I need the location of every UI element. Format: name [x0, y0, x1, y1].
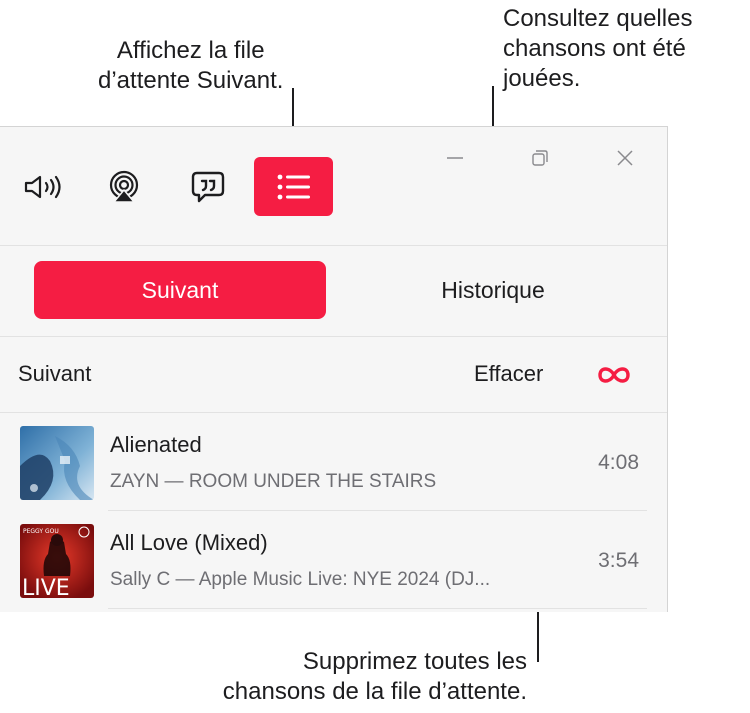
track-row[interactable]: PEGGY GOU LIVE All Love (Mixed) Sally C … — [0, 511, 667, 609]
queue-header: Suivant Effacer — [0, 337, 667, 413]
callout-clear-line1: Supprimez toutes les — [302, 648, 527, 675]
art-live-text: LIVE — [22, 576, 70, 598]
callout-clear-line2: chansons de la file d’attente. — [222, 678, 527, 705]
track-subtitle: ZAYN — ROOM UNDER THE STAIRS — [110, 471, 437, 492]
track-subtitle: Sally C — Apple Music Live: NYE 2024 (DJ… — [110, 569, 491, 590]
callout-queue: Affichez la file d’attente Suivant. — [98, 36, 283, 96]
art-small-text: PEGGY GOU — [23, 528, 59, 535]
row-divider — [108, 608, 647, 609]
close-icon — [617, 150, 633, 166]
lyrics-button[interactable] — [190, 169, 226, 205]
tab-suivant[interactable]: Suivant — [34, 261, 326, 319]
infinity-icon — [598, 367, 630, 383]
clear-button[interactable]: Effacer — [474, 361, 543, 387]
callout-history-line1: Consultez quelles — [503, 5, 693, 32]
callout-history-line3: jouées. — [503, 65, 581, 92]
autoplay-button[interactable] — [594, 361, 634, 389]
music-window: Suivant Historique Suivant Effacer Alien… — [0, 126, 668, 612]
callout-history: Consultez quelles chansons ont été jouée… — [503, 4, 692, 94]
track-duration: 3:54 — [598, 549, 639, 572]
track-title: All Love (Mixed) — [110, 530, 268, 555]
callout-queue-line1: Affichez la file — [116, 37, 265, 64]
track-duration: 4:08 — [598, 451, 639, 474]
queue-tabs: Suivant Historique — [0, 246, 667, 337]
lyrics-bubble-icon — [191, 171, 225, 203]
queue-button[interactable] — [254, 157, 333, 216]
tab-historique[interactable]: Historique — [398, 261, 588, 319]
restore-icon — [532, 150, 548, 166]
airplay-icon — [109, 170, 139, 203]
speaker-wave-icon — [24, 175, 61, 199]
queue-title: Suivant — [18, 361, 92, 386]
callout-history-line2: chansons ont été — [503, 35, 686, 62]
airplay-button[interactable] — [106, 169, 142, 205]
callout-clear: Supprimez toutes les chansons de la file… — [150, 647, 527, 707]
album-art: PEGGY GOU LIVE — [20, 524, 94, 598]
list-icon — [277, 174, 310, 199]
track-title: Alienated — [110, 432, 202, 457]
toolbar — [0, 127, 667, 246]
restore-button[interactable] — [525, 143, 555, 173]
album-art — [20, 426, 94, 500]
track-row[interactable]: Alienated ZAYN — ROOM UNDER THE STAIRS 4… — [0, 413, 667, 511]
volume-button[interactable] — [20, 171, 66, 203]
minimize-icon — [447, 157, 463, 159]
close-button[interactable] — [610, 143, 640, 173]
callout-queue-line2: d’attente Suivant. — [98, 67, 284, 94]
minimize-button[interactable] — [440, 143, 470, 173]
